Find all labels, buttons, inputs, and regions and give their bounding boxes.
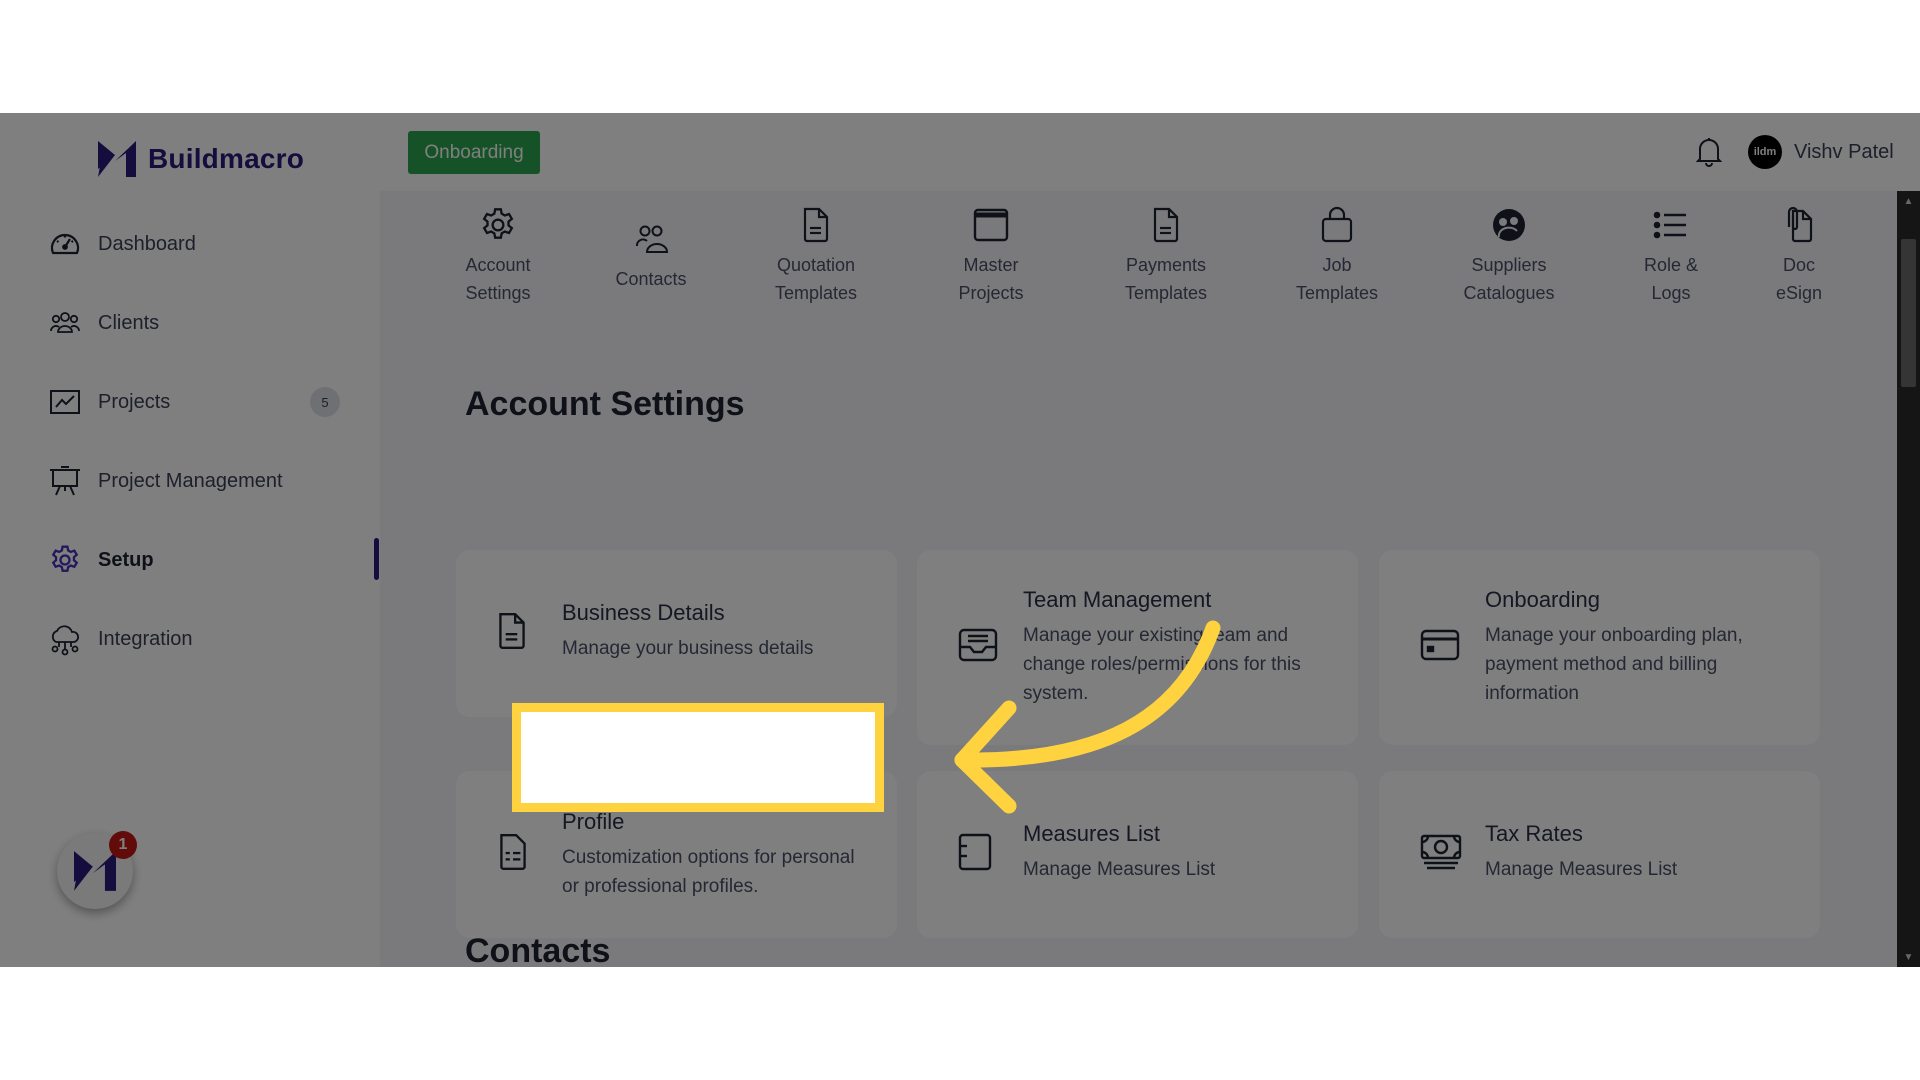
onboarding-button[interactable]: Onboarding xyxy=(408,131,540,174)
speedometer-icon xyxy=(50,233,80,255)
user-name[interactable]: Vishv Patel xyxy=(1794,141,1894,164)
highlight-box[interactable]: Profile Customization options for person… xyxy=(512,703,884,812)
buildmacro-logo-icon xyxy=(98,141,136,177)
contacts-icon xyxy=(636,225,669,253)
tab-job-templates[interactable]: Job Templates xyxy=(1262,203,1412,307)
document-icon xyxy=(496,611,528,656)
sidebar-item-label: Projects xyxy=(98,390,171,413)
section-title-account-settings: Account Settings xyxy=(465,385,745,423)
help-chat-button[interactable]: 1 xyxy=(57,831,137,909)
tab-label: Account xyxy=(465,255,531,275)
tab-label: Payments xyxy=(1125,255,1207,275)
sidebar-item-project-management[interactable]: Project Management xyxy=(48,461,348,501)
supplier-icon xyxy=(1493,209,1525,241)
tab-label: Contacts xyxy=(615,269,687,289)
top-bar: Onboarding ildm Vishv Patel xyxy=(380,113,1920,191)
card-tax-rates[interactable]: Tax Rates Manage Measures List xyxy=(1379,771,1820,938)
sidebar-item-label: Dashboard xyxy=(98,232,196,255)
notification-count-badge: 1 xyxy=(109,831,137,859)
card-description: Manage your business details xyxy=(562,638,814,659)
sidebar-item-label: Project Management xyxy=(98,469,283,492)
card-business-details[interactable]: Business Details Manage your business de… xyxy=(456,550,897,717)
scroll-down-arrow-icon[interactable]: ▼ xyxy=(1897,947,1920,967)
gear-icon xyxy=(482,208,514,239)
list-icon xyxy=(1653,211,1686,239)
card-description: Manage Measures List xyxy=(1485,859,1678,880)
sidebar-item-label: Integration xyxy=(98,627,193,650)
tab-label: Suppliers xyxy=(1471,255,1547,275)
projects-count-badge: 5 xyxy=(310,387,340,417)
tab-label: Job xyxy=(1322,255,1352,275)
tab-label: Settings xyxy=(465,283,531,303)
card-description: Manage your onboarding plan, payment met… xyxy=(1485,625,1743,704)
buildmacro-logo-icon xyxy=(74,851,116,891)
card-title: Team Management xyxy=(1023,587,1212,612)
sidebar: Buildmacro Dashboard Clients Projects 5 … xyxy=(0,113,380,967)
sidebar-item-projects[interactable]: Projects 5 xyxy=(48,382,348,422)
tab-doc-esign[interactable]: Doc eSign xyxy=(1724,203,1874,307)
sidebar-item-clients[interactable]: Clients xyxy=(48,303,348,343)
tab-quotation-templates[interactable]: Quotation Templates xyxy=(741,203,891,307)
inbox-tray-icon xyxy=(957,626,999,669)
cloud-network-icon xyxy=(51,625,79,656)
scroll-up-arrow-icon[interactable]: ▲ xyxy=(1897,191,1920,211)
tab-label: Logs xyxy=(1651,283,1691,303)
card-title: Profile xyxy=(562,809,625,834)
card-title: Measures List xyxy=(1023,821,1160,846)
document-icon xyxy=(1153,207,1179,243)
brand-logo[interactable]: Buildmacro xyxy=(98,141,304,177)
card-description: Manage your existing team and change rol… xyxy=(1023,625,1301,704)
sidebar-item-dashboard[interactable]: Dashboard xyxy=(48,224,348,264)
tab-label: Templates xyxy=(774,283,858,303)
section-title-contacts: Contacts xyxy=(465,932,611,967)
screen: Buildmacro Dashboard Clients Projects 5 … xyxy=(0,0,1920,1080)
app-window: Buildmacro Dashboard Clients Projects 5 … xyxy=(0,113,1920,967)
tab-payments-templates[interactable]: Payments Templates xyxy=(1091,203,1241,307)
presentation-board-icon xyxy=(50,466,80,496)
gear-icon xyxy=(51,545,79,572)
document-icon xyxy=(803,207,829,243)
card-title: Business Details xyxy=(562,600,725,625)
tab-label: Templates xyxy=(1295,283,1379,303)
shopping-bag-icon xyxy=(1321,206,1353,243)
tab-label: Role & xyxy=(1643,255,1699,275)
window-icon xyxy=(973,208,1009,242)
avatar[interactable]: ildm xyxy=(1748,135,1782,169)
clip-document-icon xyxy=(1787,206,1813,243)
tab-label: Catalogues xyxy=(1463,283,1555,303)
scrollbar-thumb[interactable] xyxy=(1901,239,1916,387)
tab-label: Quotation xyxy=(776,255,856,275)
tab-label: eSign xyxy=(1775,283,1823,303)
card-description: Manage Measures List xyxy=(1023,859,1216,880)
tab-label: Doc xyxy=(1782,255,1815,275)
tab-suppliers-catalogues[interactable]: Suppliers Catalogues xyxy=(1434,203,1584,307)
card-title: Onboarding xyxy=(1485,587,1600,612)
ruler-box-icon xyxy=(957,832,993,877)
active-indicator xyxy=(374,538,379,580)
card-team-management[interactable]: Team Management Manage your existing tea… xyxy=(917,550,1358,745)
tab-label: Master xyxy=(963,255,1019,275)
tab-label: Templates xyxy=(1124,283,1208,303)
tab-master-projects[interactable]: Master Projects xyxy=(916,203,1066,307)
card-title: Tax Rates xyxy=(1485,821,1583,846)
chart-line-icon xyxy=(50,390,80,414)
bell-icon[interactable] xyxy=(1695,135,1723,172)
credit-card-icon xyxy=(1419,628,1461,667)
vertical-scrollbar[interactable]: ▲ ▼ xyxy=(1897,191,1920,967)
card-onboarding[interactable]: Onboarding Manage your onboarding plan, … xyxy=(1379,550,1820,745)
card-measures-list[interactable]: Measures List Manage Measures List xyxy=(917,771,1358,938)
tab-label: Projects xyxy=(958,283,1024,303)
sidebar-item-label: Setup xyxy=(98,548,154,571)
money-stack-icon xyxy=(1419,833,1463,876)
setup-content: Account Settings Contacts Quotation Temp… xyxy=(380,191,1897,967)
id-document-icon xyxy=(496,832,530,877)
tab-contacts[interactable]: Contacts xyxy=(576,203,726,293)
sidebar-item-label: Clients xyxy=(98,311,160,334)
sidebar-item-setup[interactable]: Setup xyxy=(48,540,348,580)
sidebar-item-integration[interactable]: Integration xyxy=(48,619,348,659)
users-group-icon xyxy=(50,312,80,333)
brand-name: Buildmacro xyxy=(148,143,305,174)
card-description: Customization options for personal or pr… xyxy=(562,847,855,897)
tab-account-settings[interactable]: Account Settings xyxy=(423,203,573,307)
